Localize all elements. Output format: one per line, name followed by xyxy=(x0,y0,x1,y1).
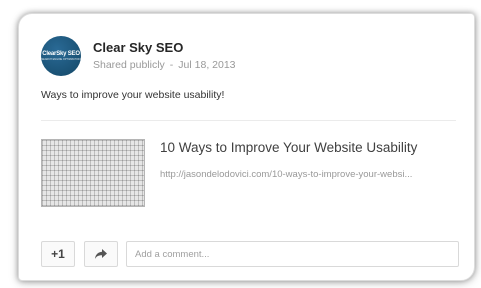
post-header: ClearSky SEO SEARCH ENGINE OPTIMIZATION … xyxy=(41,36,236,76)
stage: ClearSky SEO SEARCH ENGINE OPTIMIZATION … xyxy=(0,0,481,288)
link-title[interactable]: 10 Ways to Improve Your Website Usabilit… xyxy=(160,140,417,155)
share-button[interactable] xyxy=(84,241,118,267)
visibility-label[interactable]: Shared publicly xyxy=(93,59,165,71)
comment-placeholder: Add a comment... xyxy=(135,248,210,260)
share-arrow-icon xyxy=(95,249,107,259)
divider xyxy=(41,120,456,121)
post-subline: Shared publicly - Jul 18, 2013 xyxy=(93,58,236,73)
post-date[interactable]: Jul 18, 2013 xyxy=(178,59,235,71)
post-meta: Clear Sky SEO Shared publicly - Jul 18, 20… xyxy=(93,40,236,73)
post-card: ClearSky SEO SEARCH ENGINE OPTIMIZATION … xyxy=(18,13,475,281)
avatar-logo-text: ClearSky SEO xyxy=(42,51,80,57)
link-url[interactable]: http://jasondelodovici.com/10-ways-to-im… xyxy=(160,169,458,180)
post-text: Ways to improve your website usability! xyxy=(41,89,225,101)
link-thumbnail[interactable] xyxy=(41,139,145,207)
avatar-logo-subtext: SEARCH ENGINE OPTIMIZATION xyxy=(41,58,81,61)
comment-input[interactable]: Add a comment... xyxy=(126,241,459,267)
plus-one-button[interactable]: +1 xyxy=(41,241,75,267)
avatar[interactable]: ClearSky SEO SEARCH ENGINE OPTIMIZATION xyxy=(41,36,81,76)
author-name[interactable]: Clear Sky SEO xyxy=(93,40,236,56)
meta-separator: - xyxy=(169,58,174,71)
